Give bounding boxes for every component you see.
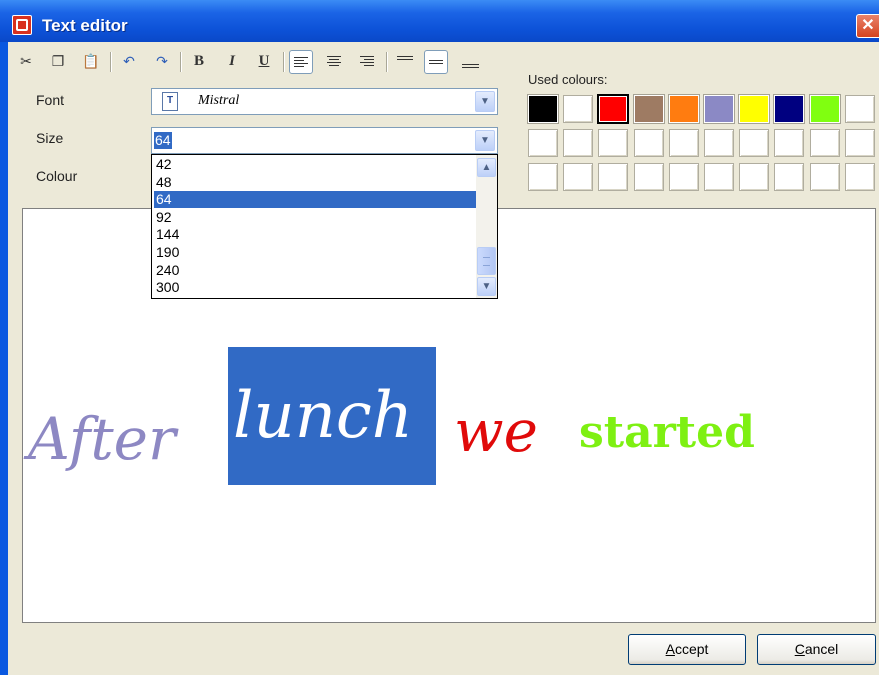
copy-icon: ❐ bbox=[51, 53, 65, 69]
size-option[interactable]: 240 bbox=[154, 262, 476, 279]
colour-swatch[interactable] bbox=[563, 95, 594, 123]
truetype-font-icon: T bbox=[162, 92, 178, 111]
toolbar-separator bbox=[110, 52, 112, 72]
colour-swatch[interactable] bbox=[668, 129, 699, 157]
colour-swatch[interactable] bbox=[739, 129, 770, 157]
text-editor-window: Text editor ✕ ✂ ❐ 📋 ↶ ↷ B I U Font Size … bbox=[0, 0, 879, 675]
scissors-icon: ✂ bbox=[20, 53, 32, 69]
colour-swatch[interactable] bbox=[774, 129, 805, 157]
cut-button[interactable]: ✂ bbox=[14, 50, 38, 74]
colour-swatch[interactable] bbox=[739, 95, 770, 123]
colour-swatch[interactable] bbox=[563, 129, 594, 157]
colour-swatch[interactable] bbox=[704, 129, 734, 157]
colour-swatch[interactable] bbox=[739, 163, 770, 191]
redo-icon: ↷ bbox=[156, 53, 168, 69]
colour-swatch[interactable] bbox=[809, 95, 840, 123]
colour-swatch[interactable] bbox=[809, 129, 840, 157]
align-right-icon bbox=[360, 56, 374, 66]
cancel-button[interactable]: Cancel bbox=[757, 634, 876, 665]
size-dropdown-list[interactable]: 42 48 64 92 144 190 240 300 ▲ ▼ bbox=[151, 154, 498, 299]
title-bar[interactable]: Text editor ✕ bbox=[0, 0, 879, 42]
colour-swatch[interactable] bbox=[597, 94, 630, 124]
size-option[interactable]: 92 bbox=[154, 209, 476, 226]
colour-swatch[interactable] bbox=[668, 95, 699, 123]
paste-button[interactable]: 📋 bbox=[79, 50, 103, 74]
colour-swatch[interactable] bbox=[844, 95, 875, 123]
scroll-up-icon[interactable]: ▲ bbox=[477, 158, 496, 177]
underline-button[interactable]: U bbox=[252, 50, 276, 74]
word-started[interactable]: started bbox=[579, 407, 755, 458]
colour-swatch[interactable] bbox=[704, 163, 734, 191]
undo-button[interactable]: ↶ bbox=[117, 50, 141, 74]
align-left-button[interactable] bbox=[289, 50, 313, 74]
colour-swatch[interactable] bbox=[844, 163, 875, 191]
toolbar-separator bbox=[283, 52, 285, 72]
copy-button[interactable]: ❐ bbox=[46, 50, 70, 74]
valign-top-button[interactable] bbox=[393, 50, 417, 74]
colour-swatch[interactable] bbox=[704, 95, 734, 123]
valign-middle-button[interactable] bbox=[424, 50, 448, 74]
colour-swatch[interactable] bbox=[563, 163, 594, 191]
size-option[interactable]: 64 bbox=[154, 191, 476, 209]
accept-button[interactable]: Accept bbox=[628, 634, 746, 665]
word-after[interactable]: After bbox=[28, 405, 176, 473]
colour-swatch[interactable] bbox=[774, 163, 805, 191]
colour-swatch[interactable] bbox=[633, 95, 664, 123]
word-we[interactable]: we bbox=[454, 397, 538, 465]
bold-button[interactable]: B bbox=[187, 50, 211, 74]
colour-swatch[interactable] bbox=[528, 95, 558, 123]
align-center-button[interactable] bbox=[322, 50, 346, 74]
font-select-value: Mistral bbox=[198, 93, 240, 108]
toolbar-separator bbox=[386, 52, 388, 72]
valign-top-icon bbox=[397, 56, 413, 57]
size-option[interactable]: 300 bbox=[154, 279, 476, 296]
align-left-icon bbox=[294, 57, 308, 67]
chevron-down-icon[interactable]: ▼ bbox=[475, 91, 495, 112]
redo-button[interactable]: ↷ bbox=[150, 50, 174, 74]
font-label: Font bbox=[36, 92, 65, 108]
colour-swatch[interactable] bbox=[598, 163, 629, 191]
close-button[interactable]: ✕ bbox=[856, 14, 879, 38]
size-option[interactable]: 190 bbox=[154, 244, 476, 261]
align-right-button[interactable] bbox=[355, 50, 379, 74]
size-option[interactable]: 48 bbox=[154, 174, 476, 191]
colour-swatch[interactable] bbox=[528, 163, 558, 191]
size-option[interactable]: 144 bbox=[154, 226, 476, 243]
colour-swatch[interactable] bbox=[809, 163, 840, 191]
undo-icon: ↶ bbox=[123, 53, 135, 69]
colour-swatch[interactable] bbox=[633, 163, 664, 191]
chevron-down-icon[interactable]: ▼ bbox=[475, 130, 495, 151]
paste-icon: 📋 bbox=[82, 53, 100, 69]
word-lunch[interactable]: lunch bbox=[233, 379, 413, 453]
used-colours-label: Used colours: bbox=[528, 72, 608, 87]
italic-button[interactable]: I bbox=[220, 50, 244, 74]
colour-swatch[interactable] bbox=[528, 129, 558, 157]
scroll-down-icon[interactable]: ▼ bbox=[477, 277, 496, 296]
align-center-icon bbox=[327, 56, 341, 66]
dropdown-scrollbar[interactable]: ▲ ▼ bbox=[476, 155, 497, 298]
app-icon bbox=[12, 15, 32, 35]
colour-swatch[interactable] bbox=[633, 129, 664, 157]
window-title: Text editor bbox=[42, 16, 128, 35]
colour-swatch[interactable] bbox=[668, 163, 699, 191]
size-option[interactable]: 42 bbox=[154, 156, 476, 173]
colour-swatch[interactable] bbox=[844, 129, 875, 157]
valign-middle-icon bbox=[429, 60, 443, 61]
valign-bottom-button[interactable] bbox=[459, 50, 483, 74]
font-select[interactable]: T Mistral ▼ bbox=[151, 88, 498, 115]
colour-swatch[interactable] bbox=[774, 95, 805, 123]
valign-bottom-icon bbox=[462, 64, 479, 65]
size-select[interactable]: 64 ▼ bbox=[151, 127, 498, 154]
size-label: Size bbox=[36, 130, 64, 146]
rendered-text: After lunch we started bbox=[23, 343, 853, 493]
colour-swatch[interactable] bbox=[598, 129, 629, 157]
colour-label: Colour bbox=[36, 168, 78, 184]
toolbar-separator bbox=[180, 52, 182, 72]
size-select-value[interactable]: 64 bbox=[154, 132, 172, 149]
scroll-thumb[interactable] bbox=[477, 247, 496, 275]
